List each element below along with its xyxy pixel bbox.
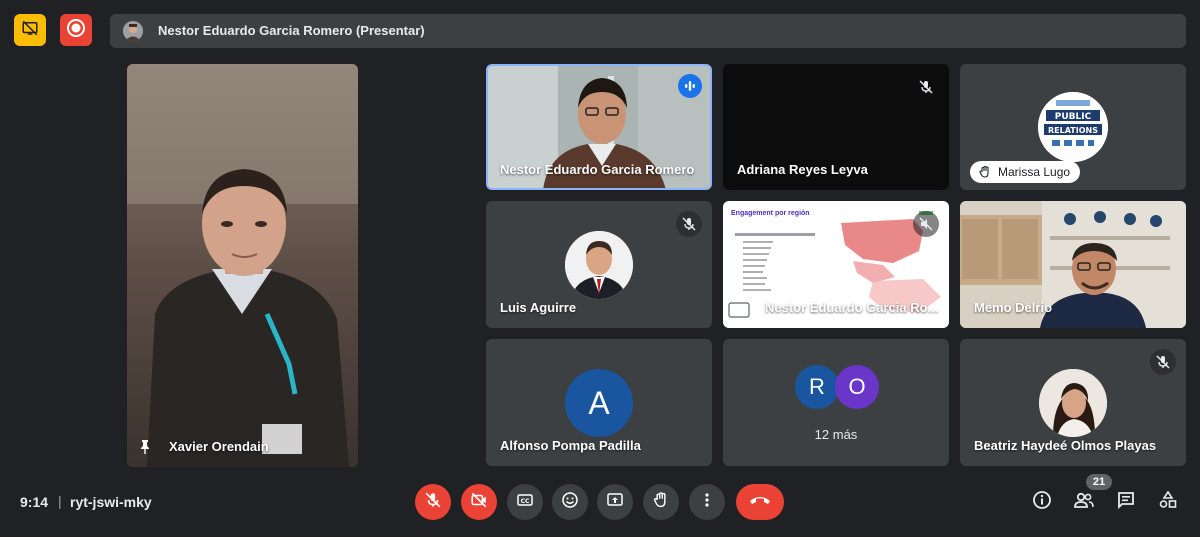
mic-off-icon [913, 211, 939, 237]
mic-off-icon [424, 491, 442, 514]
meeting-time: 9:14 [20, 494, 49, 510]
camera-button[interactable] [461, 484, 497, 520]
mic-off-icon [1150, 349, 1176, 375]
participant-name: Memo Delrio [974, 300, 1053, 315]
chat-icon [1116, 490, 1136, 515]
people-icon [1073, 490, 1095, 515]
svg-text:RELATIONS: RELATIONS [1048, 126, 1098, 135]
participant-tile[interactable]: Nestor Eduardo Garcia Romero [486, 64, 712, 190]
hand-icon [979, 165, 989, 178]
participant-tile[interactable]: Beatriz Haydeé Olmos Playas [960, 339, 1186, 466]
camera-off-button[interactable] [14, 14, 46, 46]
avatar: O [835, 365, 879, 409]
participant-count: 21 [1092, 476, 1106, 488]
participant-tile[interactable]: A Alfonso Pompa Padilla [486, 339, 712, 466]
microphone-button[interactable] [415, 484, 451, 520]
raise-hand-button[interactable] [643, 484, 679, 520]
avatar [1039, 369, 1107, 437]
participant-name: Nestor Eduardo Garcia Ro... [765, 300, 939, 315]
svg-text:CC: CC [521, 498, 530, 505]
captions-icon: CC [516, 491, 534, 514]
participant-tile[interactable]: Adriana Reyes Leyva [723, 64, 949, 190]
participant-name: Luis Aguirre [500, 300, 577, 315]
reactions-button[interactable] [552, 484, 588, 520]
participant-name: Alfonso Pompa Padilla [500, 438, 641, 453]
participant-name: Beatriz Haydeé Olmos Playas [974, 438, 1157, 453]
participant-video [127, 64, 358, 467]
svg-text:PUBLIC: PUBLIC [1055, 112, 1092, 122]
participants-button[interactable] [1072, 490, 1096, 514]
avatar-initial: A [588, 384, 610, 421]
meeting-details-button[interactable] [1030, 490, 1054, 514]
participant-name: Nestor Eduardo Garcia Romero [500, 162, 695, 177]
avatar [565, 231, 633, 299]
activities-icon [1158, 490, 1178, 515]
avatar: A [565, 369, 633, 437]
pin-icon[interactable] [137, 439, 153, 460]
participant-name: Adriana Reyes Leyva [737, 162, 868, 177]
audio-levels-icon [685, 81, 695, 91]
hand-icon [652, 491, 670, 514]
leave-call-button[interactable] [736, 484, 784, 520]
present-screen-icon [606, 491, 624, 514]
mic-off-icon [913, 74, 939, 100]
participant-tile[interactable]: PUBLIC RELATIONS Marissa Lugo [960, 64, 1186, 190]
present-off-icon [21, 19, 39, 42]
avatar-initial: R [809, 374, 825, 399]
meeting-code: ryt-jswi-mky [70, 494, 152, 510]
emoji-icon [561, 491, 579, 514]
speaking-indicator [678, 74, 702, 98]
more-options-button[interactable] [689, 484, 725, 520]
camera-off-icon [470, 491, 488, 514]
participant-count-badge: 21 [1086, 474, 1112, 490]
more-vert-icon [698, 491, 716, 514]
mic-off-icon [676, 211, 702, 237]
participant-tile[interactable]: Memo Delrio [960, 201, 1186, 328]
presenter-label: Nestor Eduardo Garcia Romero (Presentar) [158, 23, 425, 38]
avatar-initial: O [848, 374, 866, 399]
presenter-avatar [123, 21, 143, 41]
more-count-label: 12 más [814, 427, 858, 442]
chat-button[interactable] [1114, 490, 1138, 514]
pinned-participant-tile[interactable]: Xavier Orendain [127, 64, 358, 467]
separator: | [58, 493, 62, 509]
captions-button[interactable]: CC [507, 484, 543, 520]
avatar: R [795, 365, 839, 409]
present-button[interactable] [597, 484, 633, 520]
avatar: PUBLIC RELATIONS [1038, 92, 1108, 162]
participant-tile[interactable]: Luis Aguirre [486, 201, 712, 328]
record-icon [66, 18, 86, 43]
info-icon [1032, 490, 1052, 515]
participant-name: Marissa Lugo [998, 165, 1071, 179]
hang-up-icon [749, 493, 771, 511]
recording-button[interactable] [60, 14, 92, 46]
participant-name: Xavier Orendain [169, 439, 269, 454]
presentation-tile[interactable]: Engagement por región Nestor Eduardo Gar… [723, 201, 949, 328]
activities-button[interactable] [1156, 490, 1180, 514]
presentation-banner[interactable]: Nestor Eduardo Garcia Romero (Presentar) [110, 14, 1186, 48]
name-chip: Marissa Lugo [970, 161, 1081, 183]
more-participants-tile[interactable]: R O 12 más [723, 339, 949, 466]
